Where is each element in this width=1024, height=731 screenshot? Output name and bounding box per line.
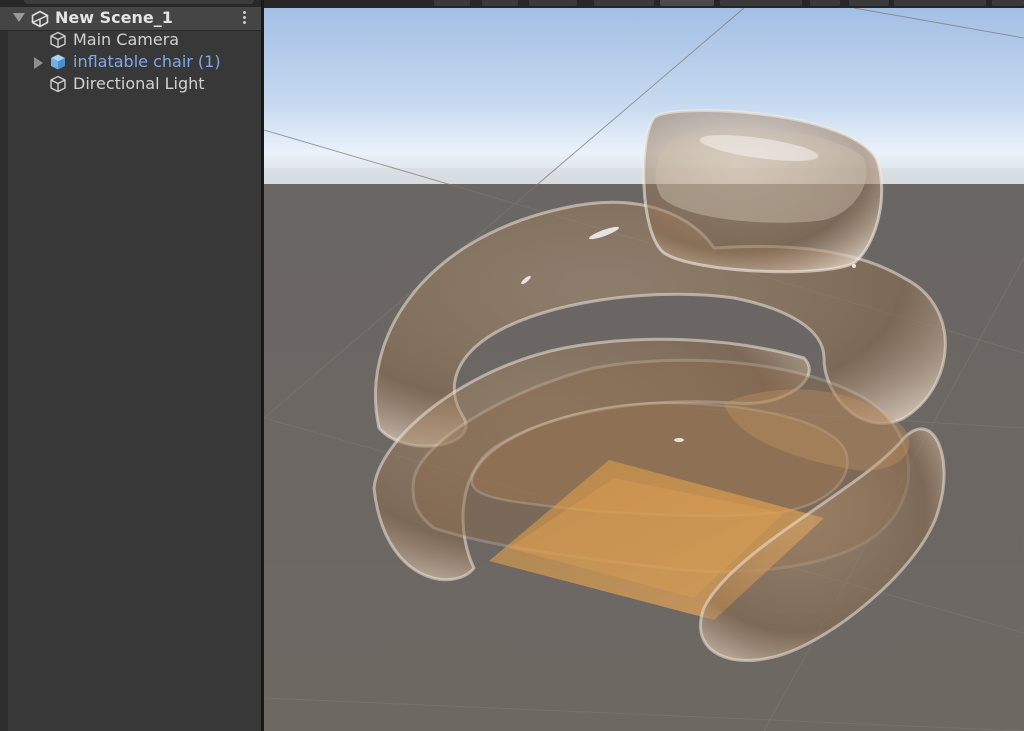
- toolbar-button[interactable]: [594, 0, 654, 6]
- toolbar-button[interactable]: [529, 0, 577, 6]
- hierarchy-item-main-camera[interactable]: Main Camera: [49, 29, 179, 51]
- hierarchy-tab-strip: [0, 0, 261, 7]
- toolbar-button[interactable]: [434, 0, 470, 6]
- scene-toolbar: [264, 0, 1024, 8]
- hierarchy-item-directional-light[interactable]: Directional Light: [49, 73, 205, 95]
- toolbar-button[interactable]: [894, 0, 986, 6]
- gameobject-cube-icon: [50, 31, 66, 49]
- hierarchy-panel: New Scene_1 Main Camera inflatable chair…: [0, 0, 261, 731]
- toolbar-button[interactable]: [992, 0, 1024, 6]
- collapse-arrow-icon[interactable]: [13, 13, 25, 22]
- unity-scene-icon: [31, 10, 49, 28]
- toolbar-button[interactable]: [720, 0, 802, 6]
- scene-view[interactable]: [264, 0, 1024, 731]
- scene-more-options-icon[interactable]: [238, 9, 250, 27]
- scene-viewport[interactable]: [264, 8, 1024, 731]
- hierarchy-item-label: inflatable chair (1): [73, 52, 221, 71]
- toolbar-button[interactable]: [660, 0, 714, 6]
- expand-arrow-icon[interactable]: [34, 57, 43, 69]
- hierarchy-gutter: [0, 30, 8, 731]
- scene-header-row[interactable]: New Scene_1: [0, 7, 261, 31]
- toolbar-button[interactable]: [482, 0, 518, 6]
- hierarchy-item-label: Main Camera: [73, 30, 180, 49]
- prefab-cube-icon: [51, 54, 65, 70]
- hierarchy-item-label: Directional Light: [73, 74, 205, 93]
- hierarchy-tab[interactable]: [24, 0, 254, 4]
- scene-title: New Scene_1: [55, 8, 173, 27]
- hierarchy-item-inflatable-chair[interactable]: inflatable chair (1): [49, 51, 221, 73]
- toolbar-button[interactable]: [810, 0, 840, 6]
- toolbar-button[interactable]: [849, 0, 889, 6]
- gameobject-cube-icon: [50, 75, 66, 93]
